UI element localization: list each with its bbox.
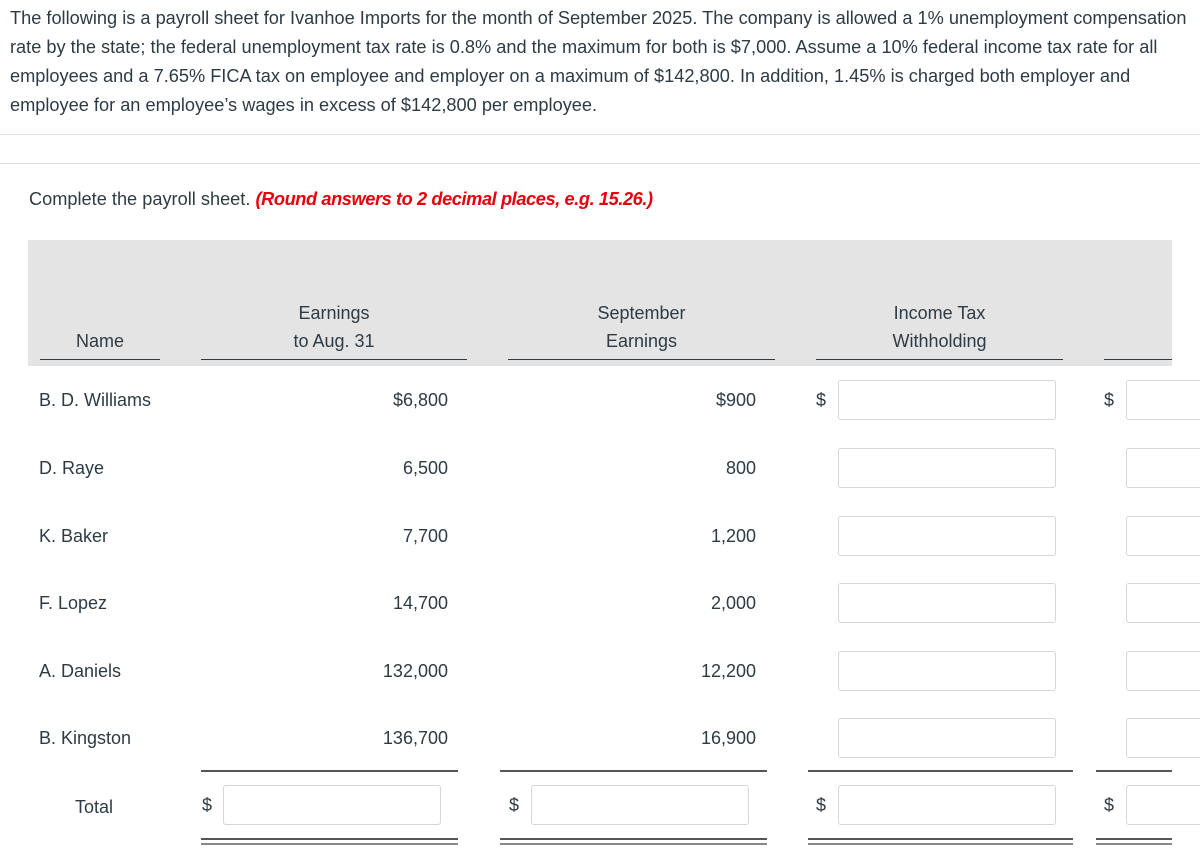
employee-name: B. Kingston [39, 728, 132, 748]
total-double-rule [808, 838, 1073, 845]
instructions: Complete the payroll sheet. (Round answe… [29, 186, 653, 212]
employee-name: D. Raye [39, 458, 105, 478]
header-income-tax-line2: Withholding [892, 331, 987, 351]
total-earnings-to-aug-input[interactable] [223, 785, 441, 825]
next-column-input[interactable] [1126, 448, 1200, 488]
header-september-earnings-line2: Earnings [605, 331, 678, 351]
next-column-input[interactable] [1126, 651, 1200, 691]
earnings-to-aug-value: 136,700 [382, 728, 448, 748]
next-column-input[interactable] [1126, 583, 1200, 623]
september-earnings-value: 2,000 [710, 593, 756, 613]
header-name-label: Name [75, 331, 124, 351]
september-earnings-value: $900 [715, 390, 756, 410]
header-earnings-to-aug: Earnings to Aug. 31 [201, 299, 467, 360]
employee-name: K. Baker [39, 526, 109, 546]
divider [0, 163, 1200, 164]
earnings-to-aug-value: $6,800 [392, 390, 448, 410]
header-september-earnings: September Earnings [508, 299, 775, 360]
header-earnings-to-aug-line2: to Aug. 31 [293, 331, 375, 351]
income-tax-withholding-input[interactable] [838, 718, 1056, 758]
header-earnings-to-aug-line1: Earnings [298, 303, 370, 323]
total-double-rule [500, 838, 767, 845]
subtotal-rule [1096, 770, 1172, 772]
income-tax-withholding-input[interactable] [838, 651, 1056, 691]
total-income-tax-input[interactable] [838, 785, 1056, 825]
income-tax-withholding-input[interactable] [838, 516, 1056, 556]
next-column-input[interactable] [1126, 380, 1200, 420]
employee-name: F. Lopez [39, 593, 108, 613]
instructions-text: Complete the payroll sheet. [29, 189, 251, 209]
total-double-rule [201, 838, 458, 845]
dollar-sign: $ [202, 795, 213, 815]
dollar-sign: $ [1104, 390, 1115, 410]
september-earnings-value: 16,900 [700, 728, 756, 748]
earnings-to-aug-value: 6,500 [402, 458, 448, 478]
divider [0, 134, 1200, 135]
earnings-to-aug-value: 14,700 [392, 593, 448, 613]
employee-name: B. D. Williams [39, 390, 151, 410]
september-earnings-value: 12,200 [700, 661, 756, 681]
rounding-note: (Round answers to 2 decimal places, e.g.… [255, 189, 653, 209]
dollar-sign: $ [1104, 795, 1115, 815]
income-tax-withholding-input[interactable] [838, 583, 1056, 623]
total-double-rule [1096, 838, 1172, 845]
header-september-earnings-line1: September [597, 303, 686, 323]
dollar-sign: $ [816, 795, 827, 815]
employee-name: A. Daniels [39, 661, 122, 681]
september-earnings-value: 1,200 [710, 526, 756, 546]
total-next-column-input[interactable] [1126, 785, 1200, 825]
problem-statement: The following is a payroll sheet for Iva… [10, 8, 1187, 115]
total-september-earnings-input[interactable] [531, 785, 749, 825]
dollar-sign: $ [509, 795, 520, 815]
income-tax-withholding-input[interactable] [838, 448, 1056, 488]
header-income-tax-withholding: Income Tax Withholding [816, 299, 1063, 360]
dollar-sign: $ [816, 390, 827, 410]
header-income-tax-line1: Income Tax [893, 303, 986, 323]
september-earnings-value: 800 [725, 458, 756, 478]
subtotal-rule [500, 770, 767, 772]
next-column-input[interactable] [1126, 718, 1200, 758]
total-label: Total [75, 797, 114, 817]
header-name: Name [40, 327, 160, 360]
next-column-input[interactable] [1126, 516, 1200, 556]
subtotal-rule [201, 770, 458, 772]
subtotal-rule [808, 770, 1073, 772]
header-next-column [1104, 327, 1172, 360]
earnings-to-aug-value: 7,700 [402, 526, 448, 546]
income-tax-withholding-input[interactable] [838, 380, 1056, 420]
earnings-to-aug-value: 132,000 [382, 661, 448, 681]
